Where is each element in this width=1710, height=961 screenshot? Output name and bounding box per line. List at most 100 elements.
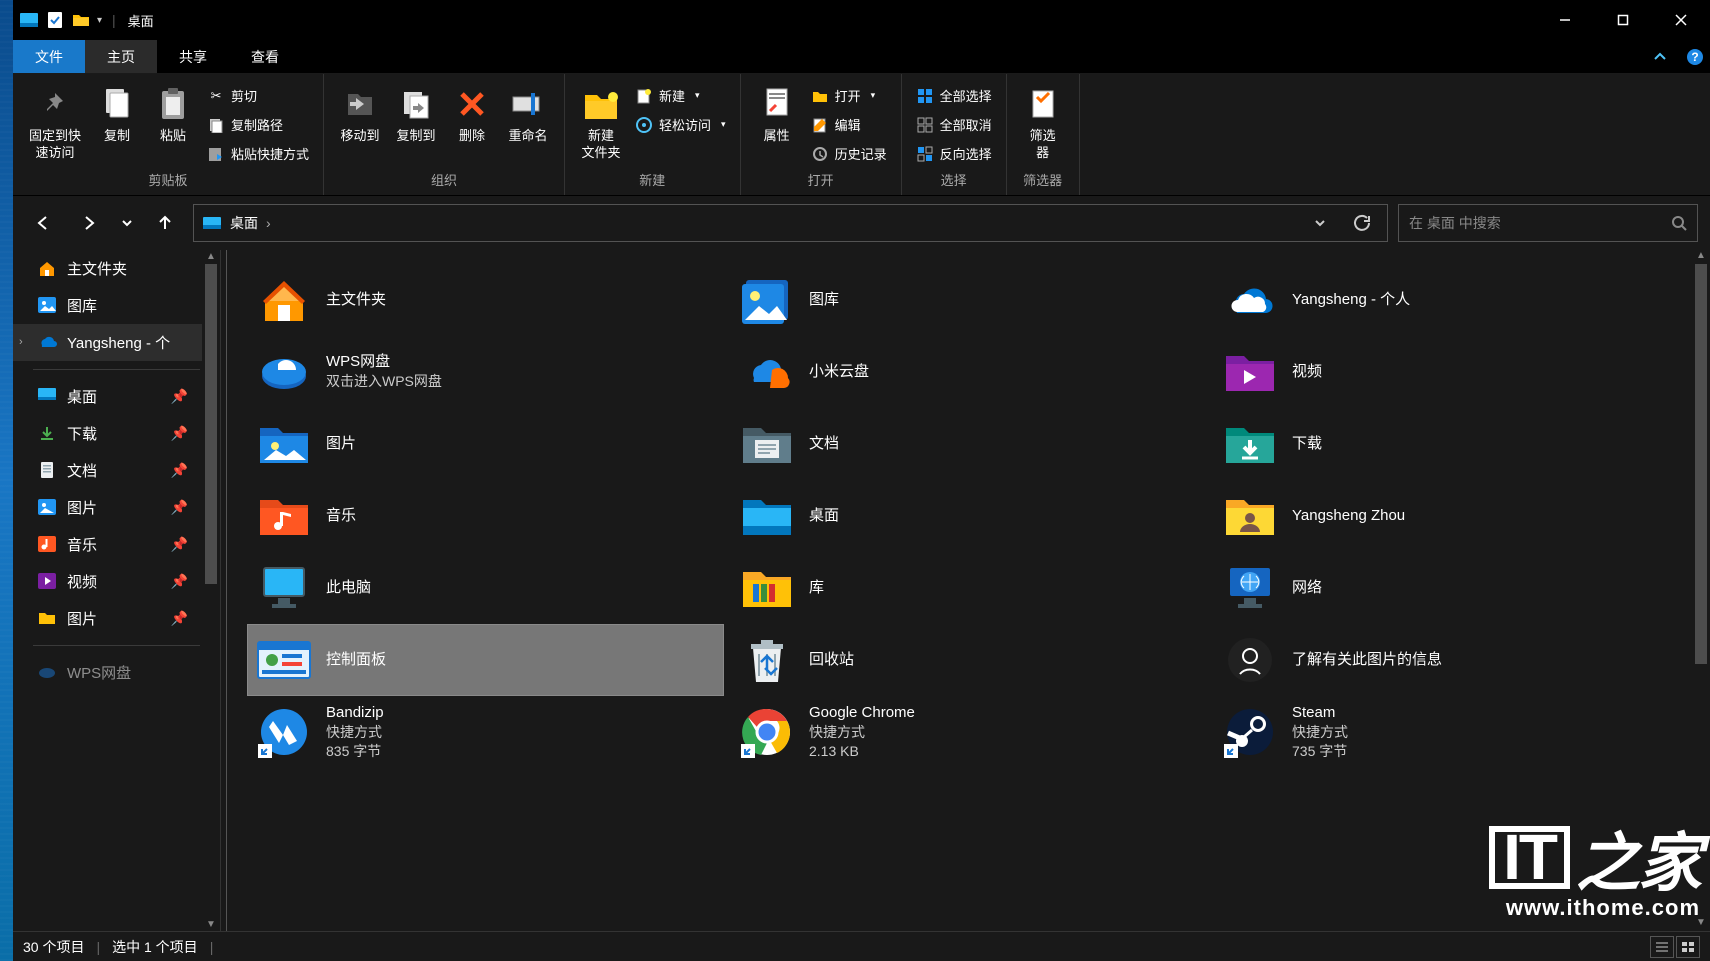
- content-scrollbar[interactable]: ▲ ▼: [1692, 250, 1710, 931]
- properties-button[interactable]: 属性: [749, 80, 805, 149]
- tab-file[interactable]: 文件: [13, 40, 85, 73]
- up-button[interactable]: [147, 205, 183, 241]
- pin-icon: 📌: [171, 462, 188, 479]
- navigation-pane: 主文件夹 图库 ›Yangsheng - 个 桌面📌下载📌文档📌图片📌音乐📌视频…: [13, 250, 221, 931]
- back-button[interactable]: [25, 205, 61, 241]
- new-folder-button[interactable]: 新建 文件夹: [573, 80, 629, 166]
- desktop-icon: [37, 386, 57, 406]
- sidebar-item-download[interactable]: 下载📌: [13, 415, 220, 452]
- file-item[interactable]: 控制面板: [247, 624, 724, 696]
- file-item[interactable]: Bandizip快捷方式835 字节: [247, 696, 724, 768]
- music-icon: [37, 534, 57, 554]
- sidebar-scrollbar[interactable]: ▲ ▼: [202, 250, 220, 931]
- history-button[interactable]: 历史记录: [805, 142, 893, 165]
- copy-path-button[interactable]: 复制路径: [201, 113, 315, 136]
- download-icon: [37, 423, 57, 443]
- filter-button[interactable]: 筛选 器: [1015, 80, 1071, 166]
- easy-access-button[interactable]: 轻松访问▾: [629, 113, 732, 136]
- rename-button[interactable]: 重命名: [500, 80, 556, 149]
- maximize-button[interactable]: [1594, 0, 1652, 40]
- sidebar-item-pictures[interactable]: 图片📌: [13, 489, 220, 526]
- recent-dropdown[interactable]: [117, 205, 137, 241]
- network-icon: [1222, 560, 1278, 616]
- file-item[interactable]: WPS网盘双击进入WPS网盘: [247, 336, 724, 408]
- svg-text:?: ?: [1691, 50, 1698, 64]
- paste-shortcut-button[interactable]: 粘贴快捷方式: [201, 142, 315, 165]
- minimize-button[interactable]: [1536, 0, 1594, 40]
- invert-selection-button[interactable]: 反向选择: [910, 142, 998, 165]
- help-icon[interactable]: ?: [1680, 40, 1710, 73]
- sidebar-gallery[interactable]: 图库: [13, 287, 220, 324]
- xiaomi-icon: [739, 344, 795, 400]
- downloads-folder-icon: [1222, 416, 1278, 472]
- folder-icon: [37, 608, 57, 628]
- file-item[interactable]: 图库: [730, 264, 1207, 336]
- tab-home[interactable]: 主页: [85, 40, 157, 73]
- tab-share[interactable]: 共享: [157, 40, 229, 73]
- file-item[interactable]: Google Chrome快捷方式2.13 KB: [730, 696, 1207, 768]
- libraries-icon: [739, 560, 795, 616]
- chevron-right-icon[interactable]: ›: [266, 215, 271, 231]
- cut-button[interactable]: ✂剪切: [201, 84, 315, 107]
- delete-button[interactable]: 删除: [444, 80, 500, 149]
- file-item[interactable]: 音乐: [247, 480, 724, 552]
- sidebar-home[interactable]: 主文件夹: [13, 250, 220, 287]
- view-details-button[interactable]: [1650, 936, 1674, 958]
- sidebar-item-video[interactable]: 视频📌: [13, 563, 220, 600]
- close-button[interactable]: [1652, 0, 1710, 40]
- sidebar-wps[interactable]: WPS网盘: [13, 654, 220, 691]
- new-item-button[interactable]: 新建▾: [629, 84, 732, 107]
- select-none-button[interactable]: 全部取消: [910, 113, 998, 136]
- view-icons-button[interactable]: [1676, 936, 1700, 958]
- tab-view[interactable]: 查看: [229, 40, 301, 73]
- recycle-icon: [739, 632, 795, 688]
- sidebar-item-folder[interactable]: 图片📌: [13, 600, 220, 637]
- open-button[interactable]: 打开▾: [805, 84, 893, 107]
- file-item[interactable]: 图片: [247, 408, 724, 480]
- pin-quickaccess-button[interactable]: 固定到快 速访问: [21, 80, 89, 166]
- steam-icon: [1222, 704, 1278, 760]
- file-item[interactable]: 视频: [1213, 336, 1690, 408]
- pin-icon: 📌: [171, 610, 188, 627]
- onedrive-icon: [1222, 272, 1278, 328]
- pin-icon: 📌: [171, 536, 188, 553]
- file-item[interactable]: 库: [730, 552, 1207, 624]
- file-item[interactable]: Yangsheng - 个人: [1213, 264, 1690, 336]
- dropdown-icon[interactable]: ▾: [97, 15, 102, 26]
- group-clipboard-label: 剪贴板: [21, 166, 315, 191]
- sidebar-onedrive[interactable]: ›Yangsheng - 个: [13, 324, 220, 361]
- file-item[interactable]: Yangsheng Zhou: [1213, 480, 1690, 552]
- sidebar-item-desktop[interactable]: 桌面📌: [13, 378, 220, 415]
- expand-icon[interactable]: ›: [19, 336, 23, 348]
- address-bar[interactable]: 桌面 ›: [193, 204, 1388, 242]
- file-item[interactable]: 回收站: [730, 624, 1207, 696]
- file-item[interactable]: 小米云盘: [730, 336, 1207, 408]
- select-all-button[interactable]: 全部选择: [910, 84, 998, 107]
- search-box[interactable]: 在 桌面 中搜索: [1398, 204, 1698, 242]
- file-item[interactable]: 网络: [1213, 552, 1690, 624]
- file-item[interactable]: 文档: [730, 408, 1207, 480]
- move-to-button[interactable]: 移动到: [332, 80, 388, 149]
- refresh-button[interactable]: [1345, 206, 1379, 240]
- file-item[interactable]: 了解有关此图片的信息: [1213, 624, 1690, 696]
- sidebar-item-music[interactable]: 音乐📌: [13, 526, 220, 563]
- forward-button[interactable]: [71, 205, 107, 241]
- copy-button[interactable]: 复制: [89, 80, 145, 149]
- group-organize-label: 组织: [332, 166, 556, 191]
- paste-button[interactable]: 粘贴: [145, 80, 201, 149]
- file-item[interactable]: 主文件夹: [247, 264, 724, 336]
- file-item[interactable]: 此电脑: [247, 552, 724, 624]
- sidebar-item-document[interactable]: 文档📌: [13, 452, 220, 489]
- group-select-label: 选择: [910, 166, 998, 191]
- file-item[interactable]: 下载: [1213, 408, 1690, 480]
- titlebar: ▾ | 桌面: [13, 0, 1710, 40]
- copy-to-button[interactable]: 复制到: [388, 80, 444, 149]
- file-item[interactable]: 桌面: [730, 480, 1207, 552]
- status-bar: 30 个项目 | 选中 1 个项目 |: [13, 931, 1710, 961]
- address-dropdown[interactable]: [1303, 206, 1337, 240]
- file-item[interactable]: Steam快捷方式735 字节: [1213, 696, 1690, 768]
- collapse-ribbon-icon[interactable]: [1640, 40, 1680, 73]
- explorer-icon: [19, 10, 39, 30]
- pin-icon: 📌: [171, 425, 188, 442]
- edit-button[interactable]: 编辑: [805, 113, 893, 136]
